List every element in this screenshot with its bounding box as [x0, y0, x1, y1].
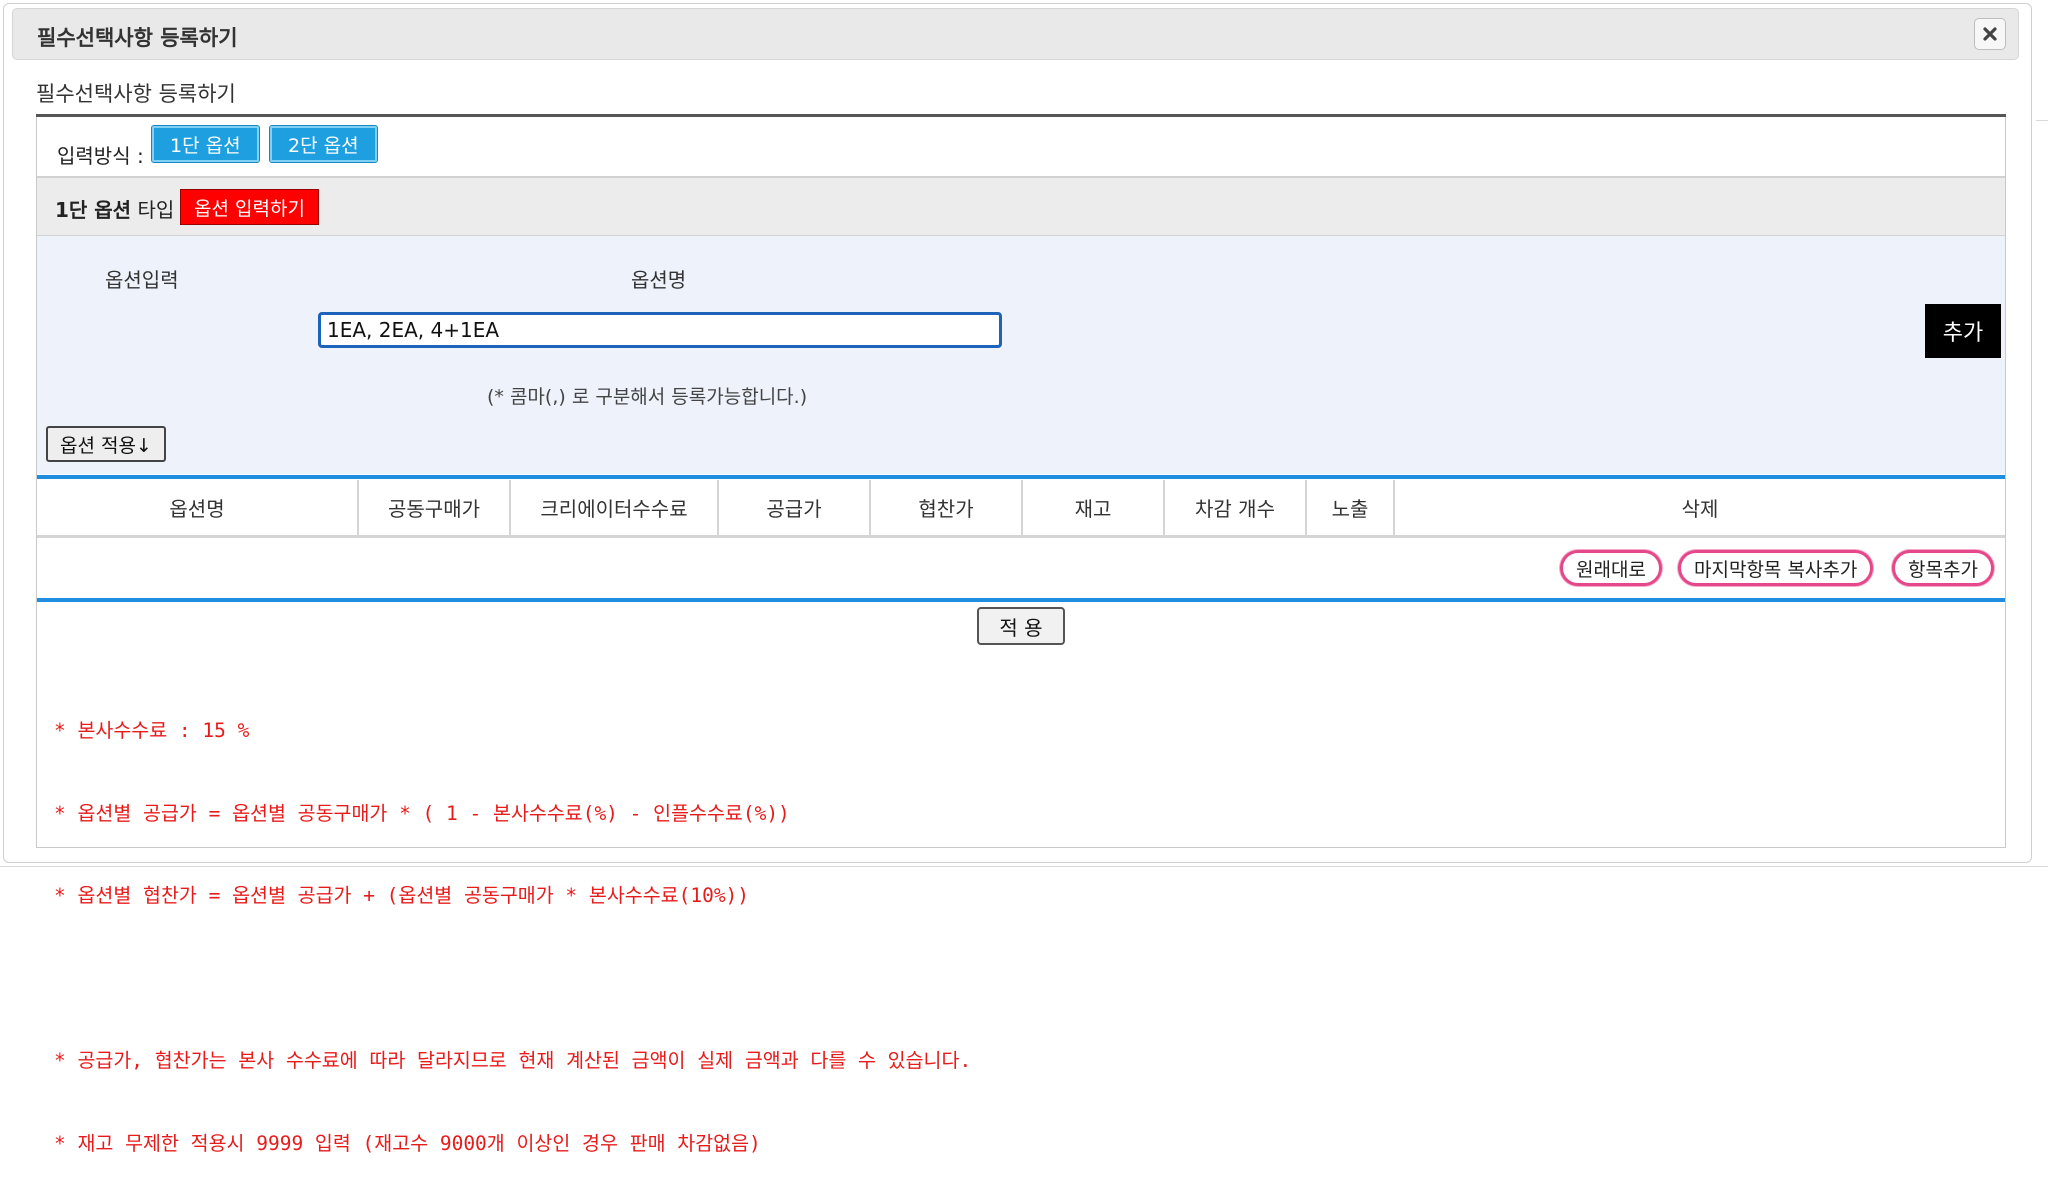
reset-button[interactable]: 원래대로	[1560, 550, 1662, 586]
two-level-option-button[interactable]: 2단 옵션	[269, 125, 378, 163]
column-group-price: 공동구매가	[359, 480, 511, 535]
note-line: * 옵션별 공급가 = 옵션별 공동구매가 * ( 1 - 본사수수료(%) -…	[54, 801, 790, 825]
section-separator	[37, 598, 2005, 602]
column-creator-fee: 크리에이터수수료	[511, 480, 719, 535]
column-delete: 삭제	[1681, 497, 1719, 521]
dialog-titlebar: 필수선택사항 등록하기	[12, 8, 2019, 60]
option-input-header: 옵션입력	[105, 268, 179, 292]
column-supply-price: 공급가	[719, 480, 871, 535]
options-table-header: 옵션명 공동구매가 크리에이터수수료 공급가 협찬가 재고 차감 개수 노출 삭…	[37, 480, 2005, 538]
option-name-input[interactable]	[318, 312, 1002, 348]
column-sponsor-price: 협찬가	[871, 480, 1023, 535]
note-line: * 공급가, 협찬가는 본사 수수료에 따라 달라지므로 현재 계산된 금액이 …	[54, 1049, 972, 1072]
note-line: * 옵션별 협찬가 = 옵션별 공급가 + (옵션별 공동구매가 * 본사수수료…	[54, 884, 750, 907]
apply-button[interactable]: 적 용	[977, 607, 1065, 645]
column-option-name: 옵션명	[37, 480, 359, 535]
close-button[interactable]	[1974, 18, 2006, 50]
section-separator	[37, 475, 2005, 479]
column-deduct-count: 차감 개수	[1165, 480, 1307, 535]
apply-options-button[interactable]: 옵션 적용↓	[46, 426, 166, 462]
option-name-header: 옵션명	[631, 268, 687, 292]
dialog-subtitle: 필수선택사항 등록하기	[36, 82, 236, 106]
panel-top-border	[36, 114, 2006, 117]
comma-hint: (* 콤마(,) 로 구분해서 등록가능합니다.)	[487, 386, 808, 408]
fee-notes: * 본사수수료 : 15 % * 옵션별 공급가 = 옵션별 공동구매가 * (…	[54, 662, 971, 1185]
input-method-row: 입력방식 : 1단 옵션 2단 옵션	[37, 118, 2005, 178]
option-type-suffix: 타입	[131, 198, 175, 222]
note-line: * 본사수수료 : 15 %	[54, 719, 250, 742]
column-visibility: 노출	[1307, 480, 1395, 535]
table-actions-row: 원래대로 마지막항목 복사추가 항목추가	[37, 538, 2005, 598]
dialog-title: 필수선택사항 등록하기	[37, 26, 238, 50]
add-item-button[interactable]: 항목추가	[1892, 550, 1994, 586]
add-option-button[interactable]: 추가	[1925, 304, 2001, 358]
one-level-option-button[interactable]: 1단 옵션	[151, 125, 260, 163]
backdrop-line	[2036, 120, 2048, 121]
close-icon	[1983, 27, 1997, 41]
option-type-row: 1단 옵션 타입 옵션 입력하기	[37, 178, 2005, 236]
column-stock: 재고	[1023, 480, 1165, 535]
note-line: * 재고 무제한 적용시 9999 입력 (재고수 9000개 이상인 경우 판…	[54, 1131, 761, 1155]
option-input-button[interactable]: 옵션 입력하기	[180, 189, 319, 225]
option-input-area: 옵션입력 옵션명 추가 (* 콤마(,) 로 구분해서 등록가능합니다.) 옵션…	[37, 236, 2005, 474]
note-line	[54, 965, 971, 993]
option-type-label: 1단 옵션 타입	[55, 194, 174, 223]
option-type-name: 1단 옵션	[55, 198, 132, 222]
copy-last-item-button[interactable]: 마지막항목 복사추가	[1678, 550, 1874, 586]
input-method-label: 입력방식 :	[57, 144, 144, 168]
